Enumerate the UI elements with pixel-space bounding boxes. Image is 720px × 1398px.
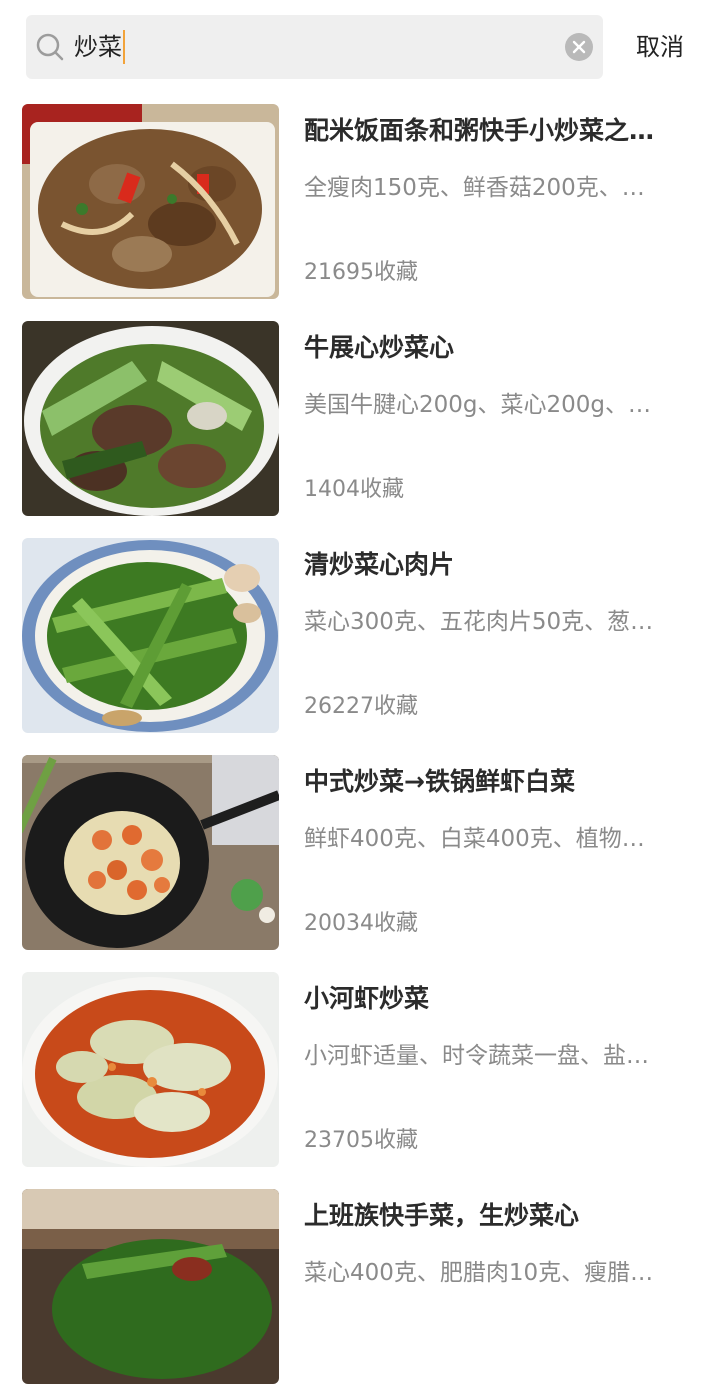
recipe-list-item[interactable]: 牛展心炒菜心 美国牛腱心200g、菜心200g、… 1404收藏 xyxy=(0,313,720,530)
favorites-count: 23705收藏 xyxy=(304,1128,418,1153)
recipe-ingredients: 菜心400克、肥腊肉10克、瘦腊… xyxy=(304,1260,654,1286)
recipe-list-item[interactable]: 配米饭面条和粥快手小炒菜之… 全瘦肉150克、鲜香菇200克、… 21695收藏 xyxy=(0,96,720,313)
recipe-title: 配米饭面条和粥快手小炒菜之… xyxy=(304,116,655,145)
recipe-list-item[interactable]: 中式炒菜→铁锅鲜虾白菜 鲜虾400克、白菜400克、植物… 20034收藏 xyxy=(0,747,720,964)
search-input[interactable]: 炒菜 xyxy=(26,15,603,79)
cancel-button[interactable]: 取消 xyxy=(636,30,684,64)
recipe-thumbnail[interactable] xyxy=(22,321,279,516)
search-query-text: 炒菜 xyxy=(74,30,125,64)
recipe-ingredients: 鲜虾400克、白菜400克、植物… xyxy=(304,826,645,852)
recipe-title: 上班族快手菜，生炒菜心 xyxy=(304,1201,580,1230)
recipe-title: 清炒菜心肉片 xyxy=(304,550,455,579)
favorites-count: 20034收藏 xyxy=(304,911,418,936)
recipe-list-item[interactable]: 小河虾炒菜 小河虾适量、时令蔬菜一盘、盐… 23705收藏 xyxy=(0,964,720,1181)
recipe-thumbnail[interactable] xyxy=(22,104,279,299)
recipe-ingredients: 美国牛腱心200g、菜心200g、… xyxy=(304,392,651,418)
favorites-count: 26227收藏 xyxy=(304,694,418,719)
recipe-thumbnail[interactable] xyxy=(22,755,279,950)
recipe-title: 牛展心炒菜心 xyxy=(304,333,455,362)
recipe-thumbnail[interactable] xyxy=(22,538,279,733)
recipe-ingredients: 菜心300克、五花肉片50克、葱… xyxy=(304,609,654,635)
recipe-thumbnail[interactable] xyxy=(22,1189,279,1384)
close-icon xyxy=(572,40,586,54)
text-caret xyxy=(123,30,125,64)
recipe-list-item[interactable]: 上班族快手菜，生炒菜心 菜心400克、肥腊肉10克、瘦腊… xyxy=(0,1181,720,1398)
recipe-ingredients: 小河虾适量、时令蔬菜一盘、盐… xyxy=(304,1043,649,1069)
favorites-count: 1404收藏 xyxy=(304,477,404,502)
search-icon xyxy=(36,33,64,61)
recipe-title: 小河虾炒菜 xyxy=(304,984,430,1013)
recipe-list-item[interactable]: 清炒菜心肉片 菜心300克、五花肉片50克、葱… 26227收藏 xyxy=(0,530,720,747)
search-bar: 炒菜 取消 xyxy=(0,0,720,96)
recipe-title: 中式炒菜→铁锅鲜虾白菜 xyxy=(304,767,575,796)
recipe-thumbnail[interactable] xyxy=(22,972,279,1167)
clear-search-button[interactable] xyxy=(565,33,593,61)
recipe-ingredients: 全瘦肉150克、鲜香菇200克、… xyxy=(304,175,645,201)
favorites-count: 21695收藏 xyxy=(304,260,418,285)
